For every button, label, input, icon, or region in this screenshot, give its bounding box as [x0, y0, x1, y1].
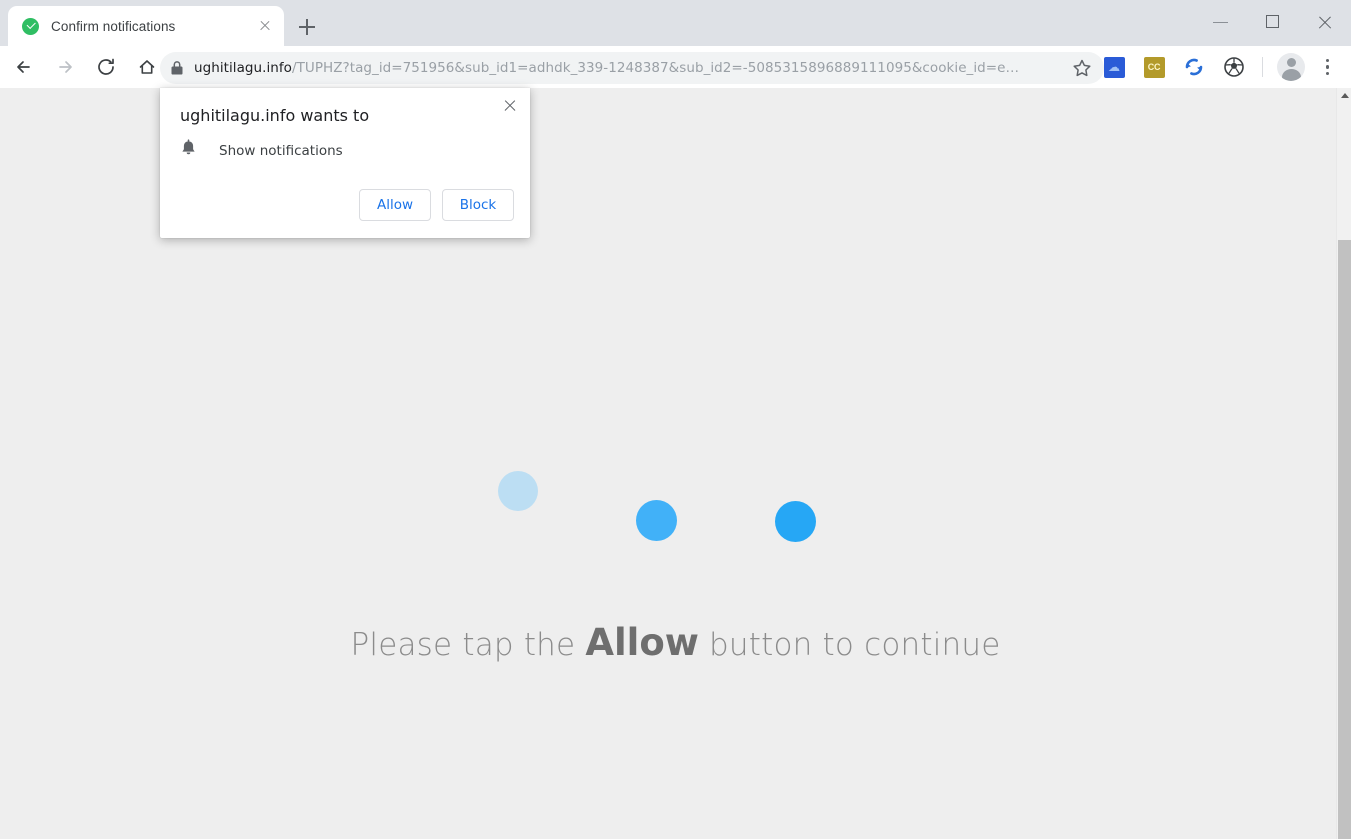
url-path: /TUPHZ?tag_id=751956&sub_id1=adhdk_339-1…: [292, 60, 1020, 76]
loading-dot: [498, 471, 538, 511]
forward-button[interactable]: [47, 49, 83, 85]
menu-dot: [1325, 59, 1329, 63]
page-tagline: Please tap the Allow button to continue: [0, 621, 1351, 664]
extension-toolbar: ☁ CC: [1094, 46, 1351, 88]
green-check-circle-icon: [22, 17, 39, 35]
permission-request-row: Show notifications: [180, 139, 343, 163]
scrollbar-thumb[interactable]: [1338, 240, 1351, 839]
back-button[interactable]: [6, 49, 42, 85]
reload-button[interactable]: [88, 49, 124, 85]
minimize-button[interactable]: [1195, 0, 1247, 44]
notification-permission-dialog: ughitilagu.info wants to Show notificati…: [160, 88, 530, 238]
lock-icon[interactable]: [160, 60, 194, 76]
maximize-button[interactable]: [1247, 0, 1299, 44]
bookmark-star-icon[interactable]: [1068, 54, 1096, 82]
permission-dialog-actions: Allow Block: [359, 189, 514, 221]
new-tab-button[interactable]: [292, 12, 322, 42]
browser-window: Confirm notifications ughitilagu.info/TU…: [0, 0, 1351, 839]
arrow-right-icon: [59, 61, 72, 73]
toolbar-divider: [1262, 57, 1263, 77]
tab-title: Confirm notifications: [51, 18, 176, 34]
url-host: ughitilagu.info: [194, 60, 292, 76]
address-bar[interactable]: ughitilagu.info/TUPHZ?tag_id=751956&sub_…: [160, 52, 1104, 84]
avatar[interactable]: [1277, 53, 1305, 81]
loading-dot: [775, 501, 816, 542]
cloud-extension-glyph: ☁: [1103, 56, 1125, 78]
allow-button[interactable]: Allow: [359, 189, 431, 221]
close-icon[interactable]: [499, 95, 521, 117]
permission-dialog-title: ughitilagu.info wants to: [180, 106, 370, 125]
cc-extension-glyph: CC: [1143, 56, 1165, 78]
arrow-left-icon: [17, 61, 30, 73]
block-button[interactable]: Block: [442, 189, 514, 221]
url-text[interactable]: ughitilagu.info/TUPHZ?tag_id=751956&sub_…: [194, 60, 1068, 76]
reload-icon: [98, 58, 114, 75]
loading-dot: [636, 500, 677, 541]
close-icon[interactable]: [256, 17, 274, 35]
tagline-emphasis: Allow: [585, 621, 699, 664]
cc-extension-icon[interactable]: CC: [1139, 52, 1169, 82]
menu-dot: [1325, 71, 1329, 75]
window-controls: [1195, 0, 1351, 44]
browser-tab[interactable]: Confirm notifications: [8, 6, 284, 46]
scroll-up-arrow-icon[interactable]: [1337, 88, 1351, 103]
vertical-scrollbar[interactable]: [1336, 88, 1351, 839]
permission-request-label: Show notifications: [219, 143, 343, 159]
menu-dot: [1325, 65, 1329, 69]
tagline-suffix: button to continue: [698, 627, 1001, 663]
close-window-button[interactable]: [1299, 0, 1351, 44]
chrome-menu-button[interactable]: [1313, 52, 1341, 82]
sync-refresh-extension-icon[interactable]: [1179, 52, 1209, 82]
soccer-ball-extension-icon[interactable]: [1219, 52, 1249, 82]
cloud-extension-icon[interactable]: ☁: [1099, 52, 1129, 82]
tagline-prefix: Please tap the: [350, 627, 586, 663]
bell-icon: [180, 139, 197, 163]
tab-strip: Confirm notifications: [0, 0, 1351, 46]
